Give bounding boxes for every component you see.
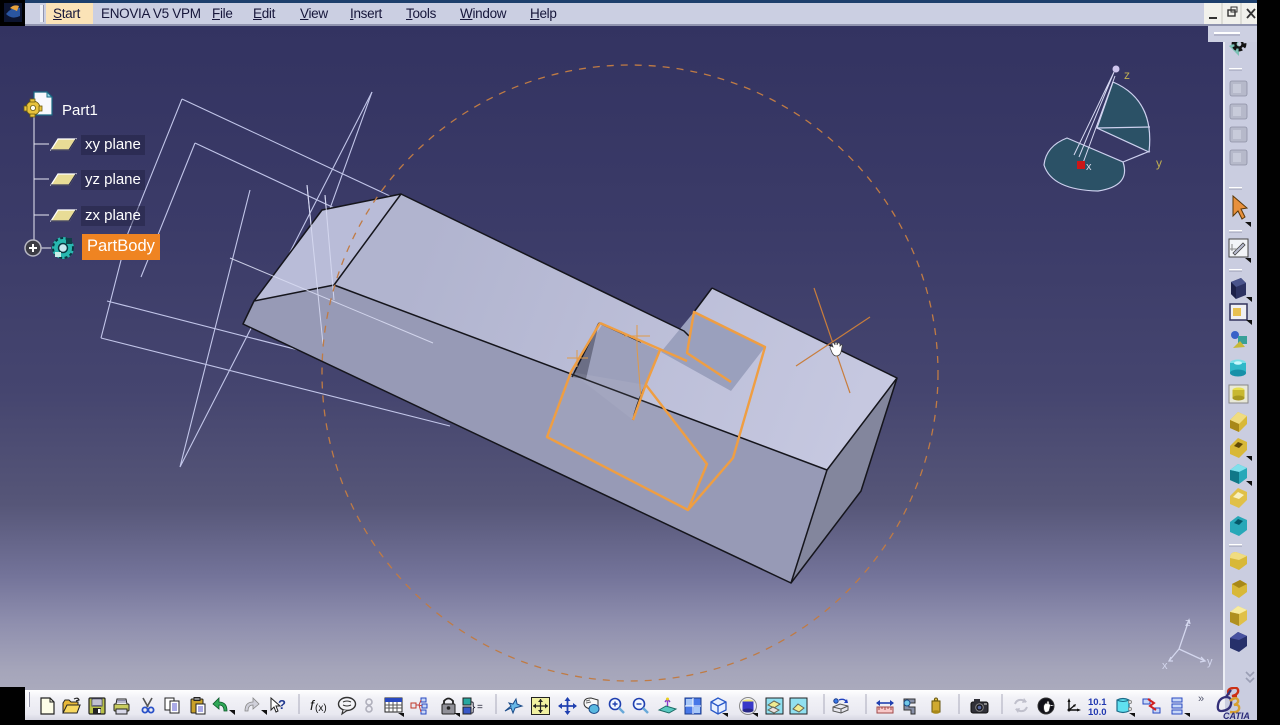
svg-text:?: ?: [278, 697, 286, 712]
svg-text:}: }: [471, 699, 476, 714]
svg-text:CATIA: CATIA: [1223, 711, 1250, 720]
svg-text:»: »: [1198, 693, 1204, 705]
svg-text:x: x: [1162, 660, 1168, 672]
svg-text:y: y: [1156, 156, 1162, 170]
svg-text:z: z: [1185, 617, 1191, 629]
svg-text:(x): (x): [315, 703, 327, 714]
svg-text:=: =: [477, 702, 483, 713]
svg-text:10.0: 10.0: [1088, 707, 1107, 718]
svg-text:y: y: [1207, 656, 1213, 668]
svg-text:z: z: [1124, 68, 1130, 82]
svg-text:x: x: [1086, 161, 1092, 173]
